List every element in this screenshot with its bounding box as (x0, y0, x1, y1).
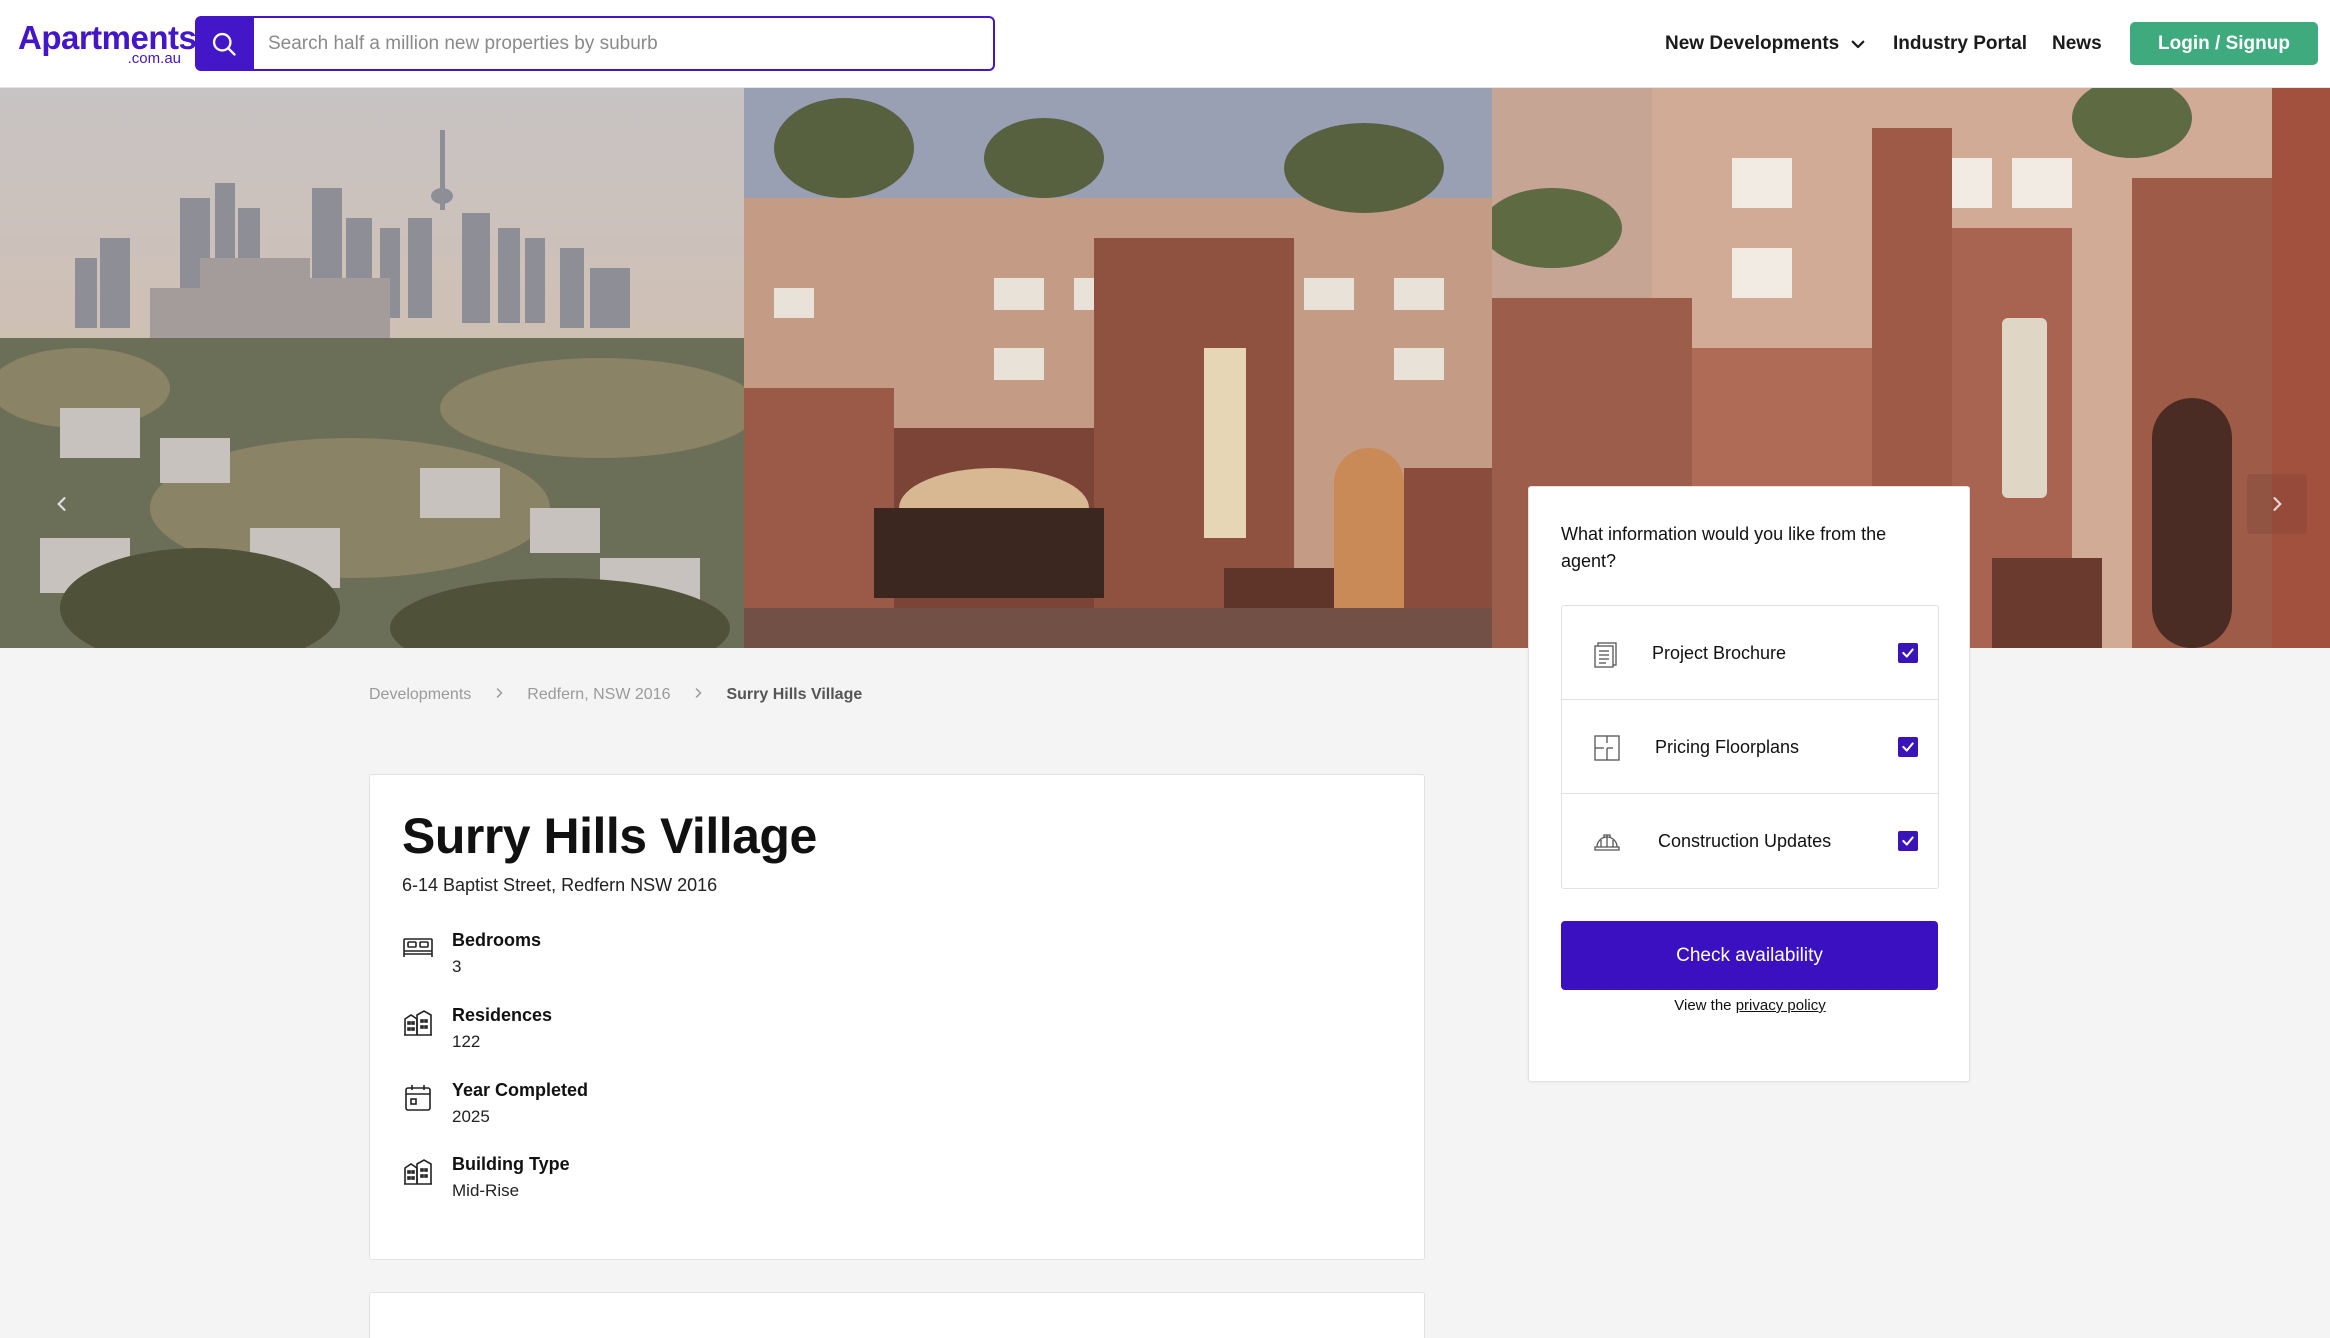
nav-industry-portal[interactable]: Industry Portal (1893, 0, 2027, 88)
breadcrumb: Developments Redfern, NSW 2016 Surry Hil… (369, 686, 862, 704)
bed-icon (403, 938, 433, 957)
hard-hat-icon (1594, 834, 1620, 851)
spec-value: 3 (452, 957, 462, 976)
spec-label: Bedrooms (452, 930, 542, 950)
brochure-icon (1594, 642, 1617, 668)
chevron-down-icon (1851, 40, 1865, 49)
check-icon (1902, 836, 1914, 846)
development-info-card: Surry Hills Village 6-14 Baptist Street,… (369, 774, 1425, 1260)
breadcrumb-developments[interactable]: Developments (369, 686, 471, 704)
option-checkbox[interactable] (1898, 737, 1918, 757)
option-project-brochure[interactable]: Project Brochure (1562, 606, 1938, 700)
building-icon (404, 1010, 432, 1036)
login-signup-button[interactable]: Login / Signup (2130, 22, 2318, 65)
logo-sub-text: .com.au (127, 50, 181, 67)
enquiry-options: Project Brochure Pricing Floorplans Cons… (1561, 605, 1939, 889)
breadcrumb-suburb[interactable]: Redfern, NSW 2016 (527, 686, 670, 704)
chevron-right-icon (493, 686, 505, 704)
building-icon (404, 1159, 432, 1185)
option-construction-updates[interactable]: Construction Updates (1562, 794, 1938, 888)
nav-new-developments[interactable]: New Developments (1665, 0, 1867, 88)
gallery-prev-button[interactable] (32, 474, 92, 534)
calendar-icon (405, 1085, 431, 1111)
privacy-prefix: View the (1674, 997, 1732, 1014)
spec-value: 122 (452, 1032, 481, 1051)
gallery-photo-skyline[interactable] (0, 88, 744, 648)
spec-label: Building Type (452, 1154, 570, 1174)
privacy-policy-link[interactable]: privacy policy (1736, 997, 1826, 1014)
search-button[interactable] (195, 16, 253, 71)
breadcrumb-current: Surry Hills Village (726, 686, 863, 703)
option-label: Project Brochure (1652, 642, 1787, 663)
check-icon (1902, 742, 1914, 752)
nav-news[interactable]: News (2052, 0, 2102, 88)
site-logo[interactable]: Apartments .com.au (18, 20, 197, 68)
chevron-right-icon (2273, 497, 2282, 511)
enquiry-panel: What information would you like from the… (1528, 486, 1970, 1082)
gallery-photo-building-front[interactable] (744, 88, 1492, 648)
photo-gallery[interactable] (0, 88, 2330, 648)
nav-industry-portal-label: Industry Portal (1893, 33, 2028, 54)
check-icon (1902, 648, 1914, 658)
check-availability-button[interactable]: Check availability (1561, 921, 1938, 990)
option-checkbox[interactable] (1898, 831, 1918, 851)
development-address: 6-14 Baptist Street, Redfern NSW 2016 (402, 875, 718, 895)
nav-news-label: News (2052, 33, 2102, 54)
site-header: Apartments .com.au New Developments Indu… (0, 0, 2330, 88)
page-title: Surry Hills Village (402, 808, 817, 864)
search-input[interactable] (252, 16, 995, 71)
gallery-next-button[interactable] (2247, 474, 2307, 534)
enquiry-question: What information would you like from the… (1561, 524, 1887, 571)
chevron-left-icon (57, 497, 66, 511)
next-section-card (369, 1292, 1425, 1338)
option-pricing-floorplans[interactable]: Pricing Floorplans (1562, 700, 1938, 794)
option-label: Construction Updates (1658, 830, 1832, 851)
spec-label: Residences (452, 1005, 553, 1025)
search-icon (212, 32, 236, 56)
spec-value: 2025 (452, 1107, 490, 1126)
nav-new-developments-label: New Developments (1665, 33, 1840, 54)
spec-value: Mid-Rise (452, 1181, 520, 1200)
floorplan-icon (1594, 735, 1620, 761)
chevron-right-icon (692, 686, 704, 704)
spec-label: Year Completed (452, 1080, 589, 1100)
option-label: Pricing Floorplans (1655, 736, 1800, 757)
option-checkbox[interactable] (1898, 643, 1918, 663)
privacy-note: View the privacy policy (1529, 997, 1971, 1014)
